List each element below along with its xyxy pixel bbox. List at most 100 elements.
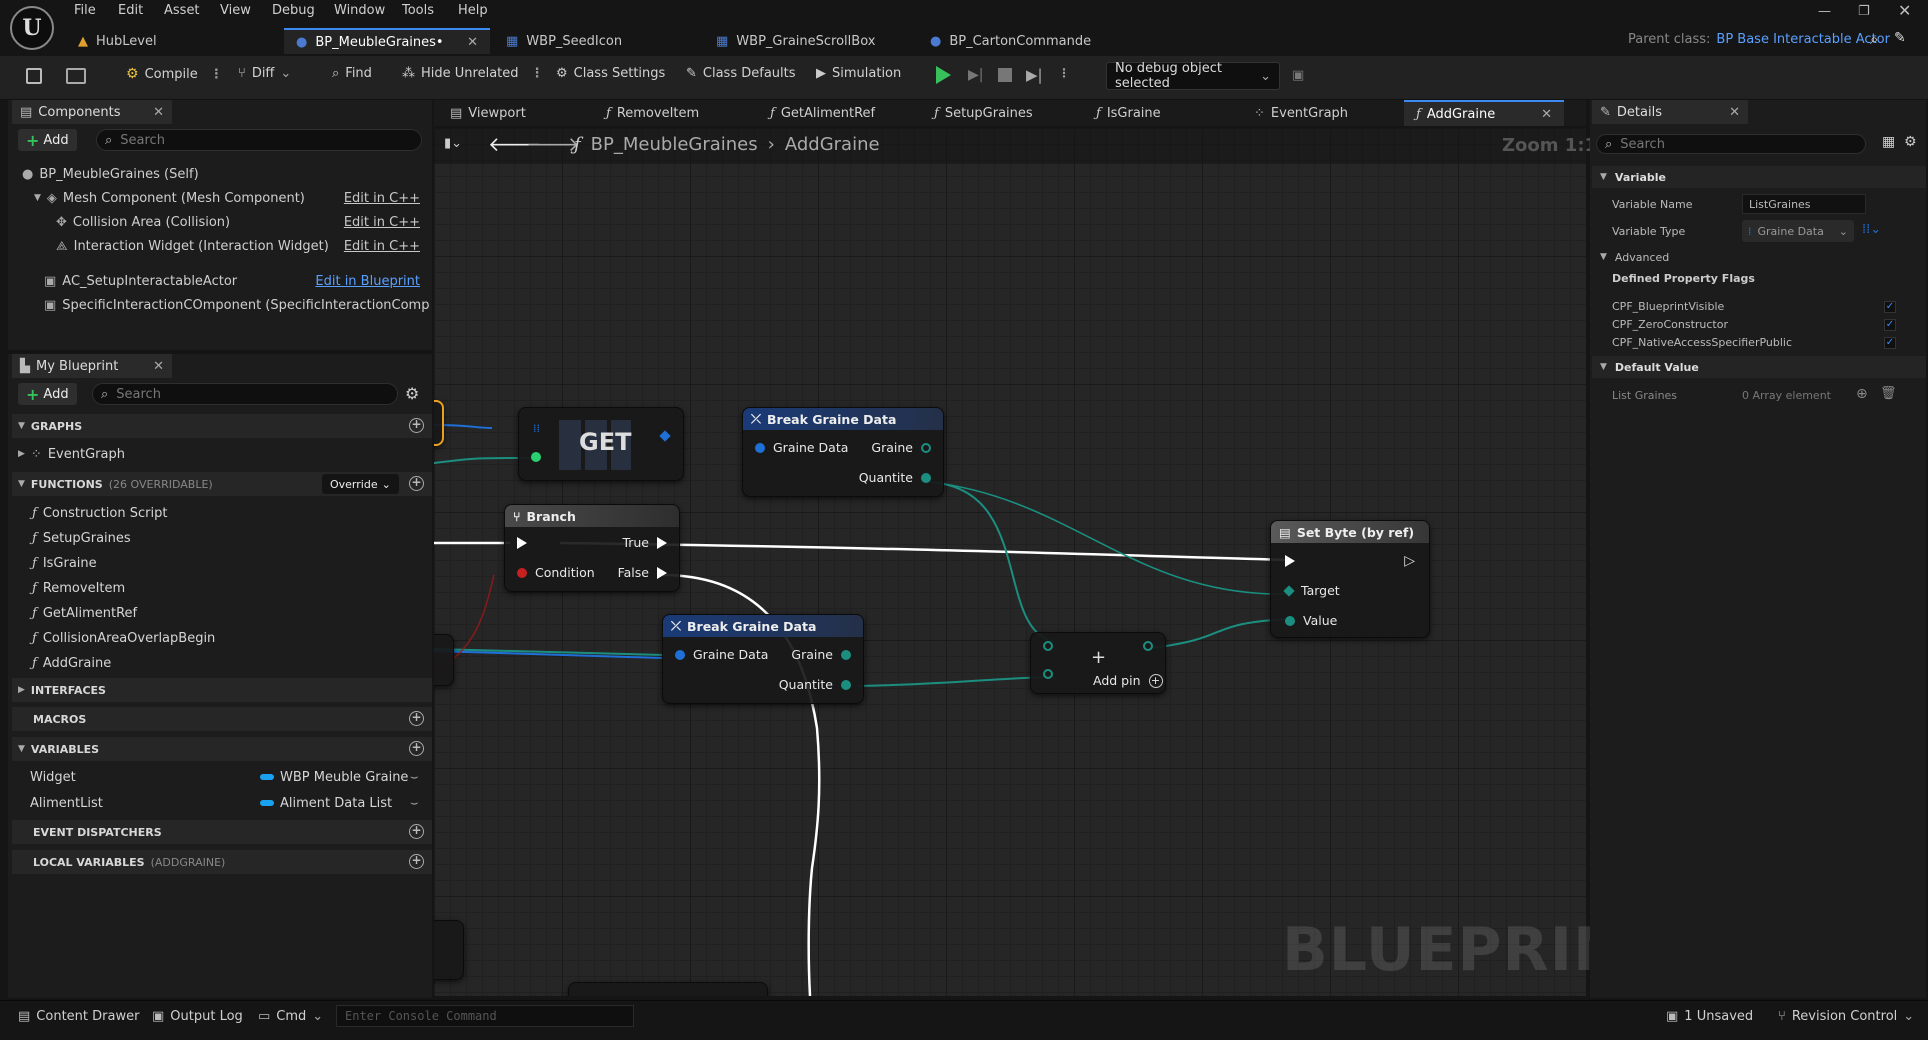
close-tab-icon[interactable]: ✕ xyxy=(153,359,164,374)
partial-node-left[interactable] xyxy=(434,634,454,686)
find-button[interactable]: ⌕ Find xyxy=(332,66,372,81)
variable-item-alimentlist[interactable]: AlimentList Aliment Data List ⌣ xyxy=(30,792,430,814)
eye-visibility-icon[interactable]: ⌣ xyxy=(410,770,419,785)
search-icon[interactable]: ⌕ xyxy=(1870,30,1878,48)
step-icon[interactable]: ▶| xyxy=(1026,66,1043,84)
partial-node-bottom[interactable] xyxy=(568,982,768,996)
graph-canvas[interactable]: ▮⌄ 🡐 🡒 ƒ BP_MeubleGraines › AddGraine GE… xyxy=(434,128,1586,996)
menu-help[interactable]: Help xyxy=(458,3,488,18)
flag-checkbox[interactable]: ✓ xyxy=(1884,337,1896,349)
table-view-icon[interactable]: ▦ xyxy=(1882,134,1895,150)
settings-gear-icon[interactable]: ⚙ xyxy=(1904,134,1917,150)
function-item-getalimentref[interactable]: ƒ GetAlimentRef xyxy=(32,602,137,624)
doc-tab-bp-meublegraines[interactable]: ● BP_MeubleGraines• ✕ xyxy=(284,28,490,54)
array-pin-icon[interactable]: ⁞⁞ xyxy=(533,422,540,435)
components-tab[interactable]: ▤ Components ✕ xyxy=(12,100,172,124)
advance-frame-icon[interactable]: ▶| xyxy=(968,67,983,83)
menu-file[interactable]: File xyxy=(74,3,96,18)
menu-asset[interactable]: Asset xyxy=(164,3,200,18)
component-specific-interaction[interactable]: ▣ SpecificInteractionCOmponent (Specific… xyxy=(44,293,430,317)
doc-tab-wbp-seedicon[interactable]: ▦ WBP_SeedIcon xyxy=(494,28,634,54)
variable-type-select[interactable]: ⁞ Graine Data ⌄ xyxy=(1742,220,1854,242)
stop-icon[interactable] xyxy=(998,68,1012,82)
graine-output-pin[interactable]: Graine xyxy=(871,440,931,455)
interfaces-section-header[interactable]: ▶ INTERFACES xyxy=(12,678,432,702)
details-tab[interactable]: ✎ Details ✕ xyxy=(1592,100,1748,124)
tab-getalimentref[interactable]: ƒ GetAlimentRef xyxy=(758,100,887,126)
hide-unrelated-options-icon[interactable]: ⋮ xyxy=(531,66,544,81)
flag-checkbox[interactable]: ✓ xyxy=(1884,319,1896,331)
graph-item-eventgraph[interactable]: ▶ ⁘ EventGraph xyxy=(18,443,125,465)
set-byte-by-ref-node[interactable]: ▤ Set Byte (by ref) ▷ Target Value xyxy=(1270,520,1430,638)
add-macro-icon[interactable]: + xyxy=(409,711,424,726)
component-mesh[interactable]: ▼ ◈ Mesh Component (Mesh Component) Edit… xyxy=(34,186,430,210)
eye-visibility-icon[interactable]: ⌣ xyxy=(410,796,419,811)
tab-viewport[interactable]: ▤ Viewport xyxy=(438,100,538,126)
tab-isgraine[interactable]: ƒ IsGraine xyxy=(1084,100,1173,126)
my-blueprint-tab[interactable]: ▙ My Blueprint ✕ xyxy=(12,354,172,378)
details-search-input[interactable]: ⌕ Search xyxy=(1596,134,1866,154)
edit-in-cpp-link[interactable]: Edit in C++ xyxy=(344,239,420,254)
macros-section-header[interactable]: MACROS + xyxy=(12,707,432,731)
minimize-icon[interactable]: — xyxy=(1818,4,1831,19)
add-input-b-pin[interactable] xyxy=(1043,669,1053,679)
function-item-removeitem[interactable]: ƒ RemoveItem xyxy=(32,577,125,599)
branch-node[interactable]: ⑂ Branch True Condition False xyxy=(504,504,680,592)
menu-window[interactable]: Window xyxy=(334,3,385,18)
function-item-setupgraines[interactable]: ƒ SetupGraines xyxy=(32,527,131,549)
add-local-variable-icon[interactable]: + xyxy=(409,854,424,869)
add-output-pin[interactable] xyxy=(1143,641,1153,651)
get-node[interactable]: GET ⁞⁞ xyxy=(518,407,684,481)
add-graph-icon[interactable]: + xyxy=(409,418,424,433)
menu-edit[interactable]: Edit xyxy=(118,3,143,18)
play-icon[interactable] xyxy=(936,66,951,84)
add-element-icon[interactable]: ⊕ xyxy=(1856,386,1868,402)
exec-input-pin[interactable] xyxy=(1285,555,1295,567)
browse-folder-icon[interactable] xyxy=(66,68,86,84)
partial-node-bottom-left[interactable] xyxy=(434,920,464,980)
event-dispatchers-section-header[interactable]: EVENT DISPATCHERS + xyxy=(12,820,432,844)
function-item-collisionareaoverlapbegin[interactable]: ƒ CollisionAreaOverlapBegin xyxy=(32,627,215,649)
local-variables-section-header[interactable]: LOCAL VARIABLES (ADDGRAINE) + xyxy=(12,850,432,874)
edit-in-blueprint-link[interactable]: Edit in Blueprint xyxy=(315,274,420,289)
compile-button[interactable]: ⚙ Compile ⋮ xyxy=(126,66,223,82)
class-settings-button[interactable]: ⚙ Class Settings xyxy=(556,66,665,81)
revision-control-button[interactable]: ⑂ Revision Control ⌄ xyxy=(1778,1009,1914,1024)
false-output-pin[interactable]: False xyxy=(618,565,667,580)
unsaved-button[interactable]: ▣ 1 Unsaved xyxy=(1666,1009,1753,1024)
quantite-output-pin[interactable]: Quantite xyxy=(859,470,931,485)
exec-output-pin[interactable]: ▷ xyxy=(1404,553,1415,569)
doc-tab-wbp-grainescrollbox[interactable]: ▦ WBP_GraineScrollBox xyxy=(704,28,887,54)
target-input-pin[interactable]: Target xyxy=(1283,583,1340,598)
my-blueprint-search-input[interactable]: ⌕ Search xyxy=(92,383,398,405)
break-graine-data-node-1[interactable]: ⤫ Break Graine Data Graine Data Graine Q… xyxy=(742,407,944,497)
restore-icon[interactable]: ❐ xyxy=(1858,4,1870,19)
graine-data-input-pin[interactable]: Graine Data xyxy=(675,647,768,662)
flag-checkbox[interactable]: ✓ xyxy=(1884,301,1896,313)
debug-filter-icon[interactable]: ▣ xyxy=(1292,68,1304,83)
add-function-icon[interactable]: + xyxy=(409,476,424,491)
close-tab-icon[interactable]: ✕ xyxy=(1729,105,1740,120)
class-defaults-button[interactable]: ✎ Class Defaults xyxy=(686,66,796,81)
graine-data-input-pin[interactable]: Graine Data xyxy=(755,440,848,455)
diff-button[interactable]: ⑂ Diff ⌄ xyxy=(238,66,291,81)
override-dropdown[interactable]: Override ⌄ xyxy=(322,474,399,494)
parent-class-link[interactable]: BP Base Interactable Actor xyxy=(1716,32,1890,47)
default-value-section-header[interactable]: ▼ Default Value xyxy=(1592,356,1926,378)
menu-view[interactable]: View xyxy=(220,3,251,18)
variables-section-header[interactable]: ▼ VARIABLES + xyxy=(12,737,432,761)
graphs-section-header[interactable]: ▼ GRAPHS + xyxy=(12,414,432,438)
index-pin[interactable] xyxy=(531,452,541,462)
variable-section-header[interactable]: ▼ Variable xyxy=(1592,166,1926,188)
variable-name-input[interactable]: ListGraines xyxy=(1742,194,1866,214)
container-type-icon[interactable]: ⁞⁞⌄ xyxy=(1862,222,1881,237)
add-byte-node[interactable]: + Add pin + xyxy=(1030,632,1166,694)
simulation-button[interactable]: ▶ Simulation xyxy=(816,66,901,81)
tab-addgraine[interactable]: ƒ AddGraine ✕ xyxy=(1404,100,1564,126)
graine-output-pin[interactable]: Graine xyxy=(791,647,851,662)
play-options-icon[interactable]: ⋮ xyxy=(1058,66,1070,80)
debug-object-select[interactable]: No debug object selected ⌄ xyxy=(1106,61,1280,91)
tab-eventgraph[interactable]: ⁘ EventGraph xyxy=(1242,100,1360,126)
add-pin-button[interactable]: Add pin + xyxy=(1093,673,1163,688)
exec-input-pin[interactable] xyxy=(517,537,527,549)
